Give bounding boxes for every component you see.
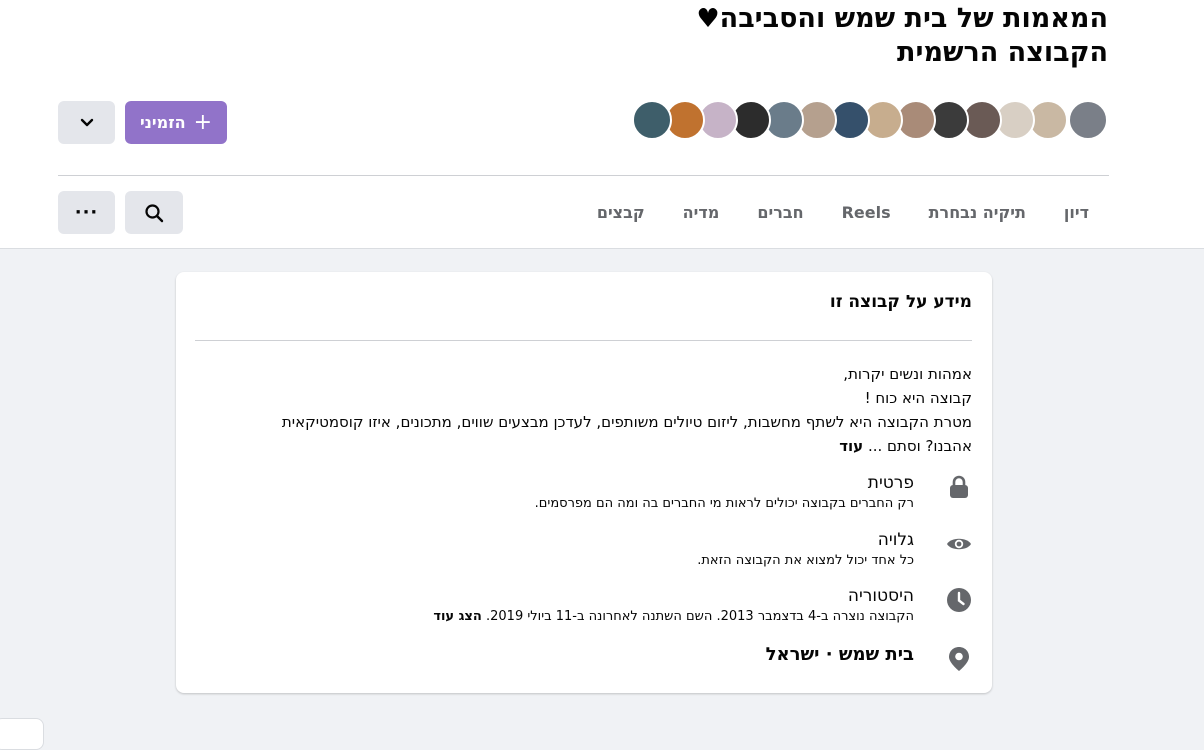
privacy-title: פרטית — [867, 473, 914, 493]
tab-featured[interactable]: תיקיה נבחרת — [910, 191, 1045, 235]
about-title: מידע על קבוצה זו — [829, 292, 972, 312]
location-pin-icon — [946, 646, 972, 672]
plus-icon: + — [193, 109, 213, 135]
group-header: המאמות של בית שמש והסביבה♥ הקבוצה הרשמית… — [0, 0, 1204, 249]
about-divider — [195, 340, 972, 341]
visibility-title: גלויה — [877, 530, 914, 550]
group-title-line2: הקבוצה הרשמית — [897, 37, 1108, 68]
header-divider — [58, 175, 1109, 176]
search-button[interactable] — [125, 191, 183, 234]
tab-members[interactable]: חברים — [738, 191, 822, 235]
lock-icon — [946, 474, 972, 500]
tab-media[interactable]: מדיה — [664, 191, 739, 235]
corner-widget[interactable] — [0, 718, 44, 750]
visibility-subtitle: כל אחד יכול למצוא את הקבוצה הזאת. — [697, 553, 914, 568]
member-avatars[interactable] — [588, 100, 1108, 144]
chevron-down-icon — [80, 118, 93, 126]
member-avatar[interactable] — [632, 100, 672, 140]
tab-files[interactable]: קבצים — [578, 191, 664, 235]
eye-icon — [946, 531, 972, 557]
privacy-row: פרטית רק החברים בקבוצה יכולים לראות מי ה… — [212, 472, 972, 522]
location-row: בית שמש · ישראל — [212, 644, 972, 674]
see-more-link[interactable]: עוד — [839, 437, 863, 455]
group-title[interactable]: המאמות של בית שמש והסביבה♥ הקבוצה הרשמית — [696, 2, 1108, 70]
privacy-subtitle: רק החברים בקבוצה יכולים לראות מי החברים … — [534, 496, 914, 511]
description-line: מטרת הקבוצה היא לשתף מחשבות, ליזום טיולי… — [281, 413, 972, 431]
description-line: קבוצה היא כוח ! — [864, 389, 972, 407]
invite-button[interactable]: + הזמיני — [125, 101, 227, 144]
history-row: היסטוריה הקבוצה נוצרה ב-4 בדצמבר 2013. ה… — [212, 585, 972, 635]
clock-icon — [946, 587, 972, 613]
group-tabs: דיון תיקיה נבחרת Reels חברים מדיה קבצים — [578, 191, 1108, 235]
group-description: אמהות ונשים יקרות, קבוצה היא כוח ! מטרת … — [212, 362, 972, 458]
member-avatar[interactable] — [1068, 100, 1108, 140]
history-title: היסטוריה — [847, 586, 914, 606]
tab-discussion[interactable]: דיון — [1045, 191, 1108, 235]
description-line: אהבנו? וסתם ... — [867, 437, 972, 455]
tab-reels[interactable]: Reels — [823, 191, 910, 235]
invite-button-label: הזמיני — [139, 113, 186, 132]
search-icon — [145, 203, 164, 222]
dropdown-button[interactable] — [58, 101, 115, 144]
more-options-button[interactable]: ··· — [58, 191, 115, 234]
description-line: אמהות ונשים יקרות, — [843, 365, 972, 383]
history-subtitle: הקבוצה נוצרה ב-4 בדצמבר 2013. השם השתנה … — [485, 609, 914, 624]
heart-icon: ♥ — [696, 4, 720, 34]
visibility-row: גלויה כל אחד יכול למצוא את הקבוצה הזאת. — [212, 529, 972, 579]
show-more-link[interactable]: הצג עוד — [433, 609, 482, 624]
about-group-card: מידע על קבוצה זו אמהות ונשים יקרות, קבוצ… — [176, 272, 992, 693]
location-text: בית שמש · ישראל — [765, 644, 914, 665]
group-title-line1: המאמות של בית שמש והסביבה — [719, 3, 1108, 34]
